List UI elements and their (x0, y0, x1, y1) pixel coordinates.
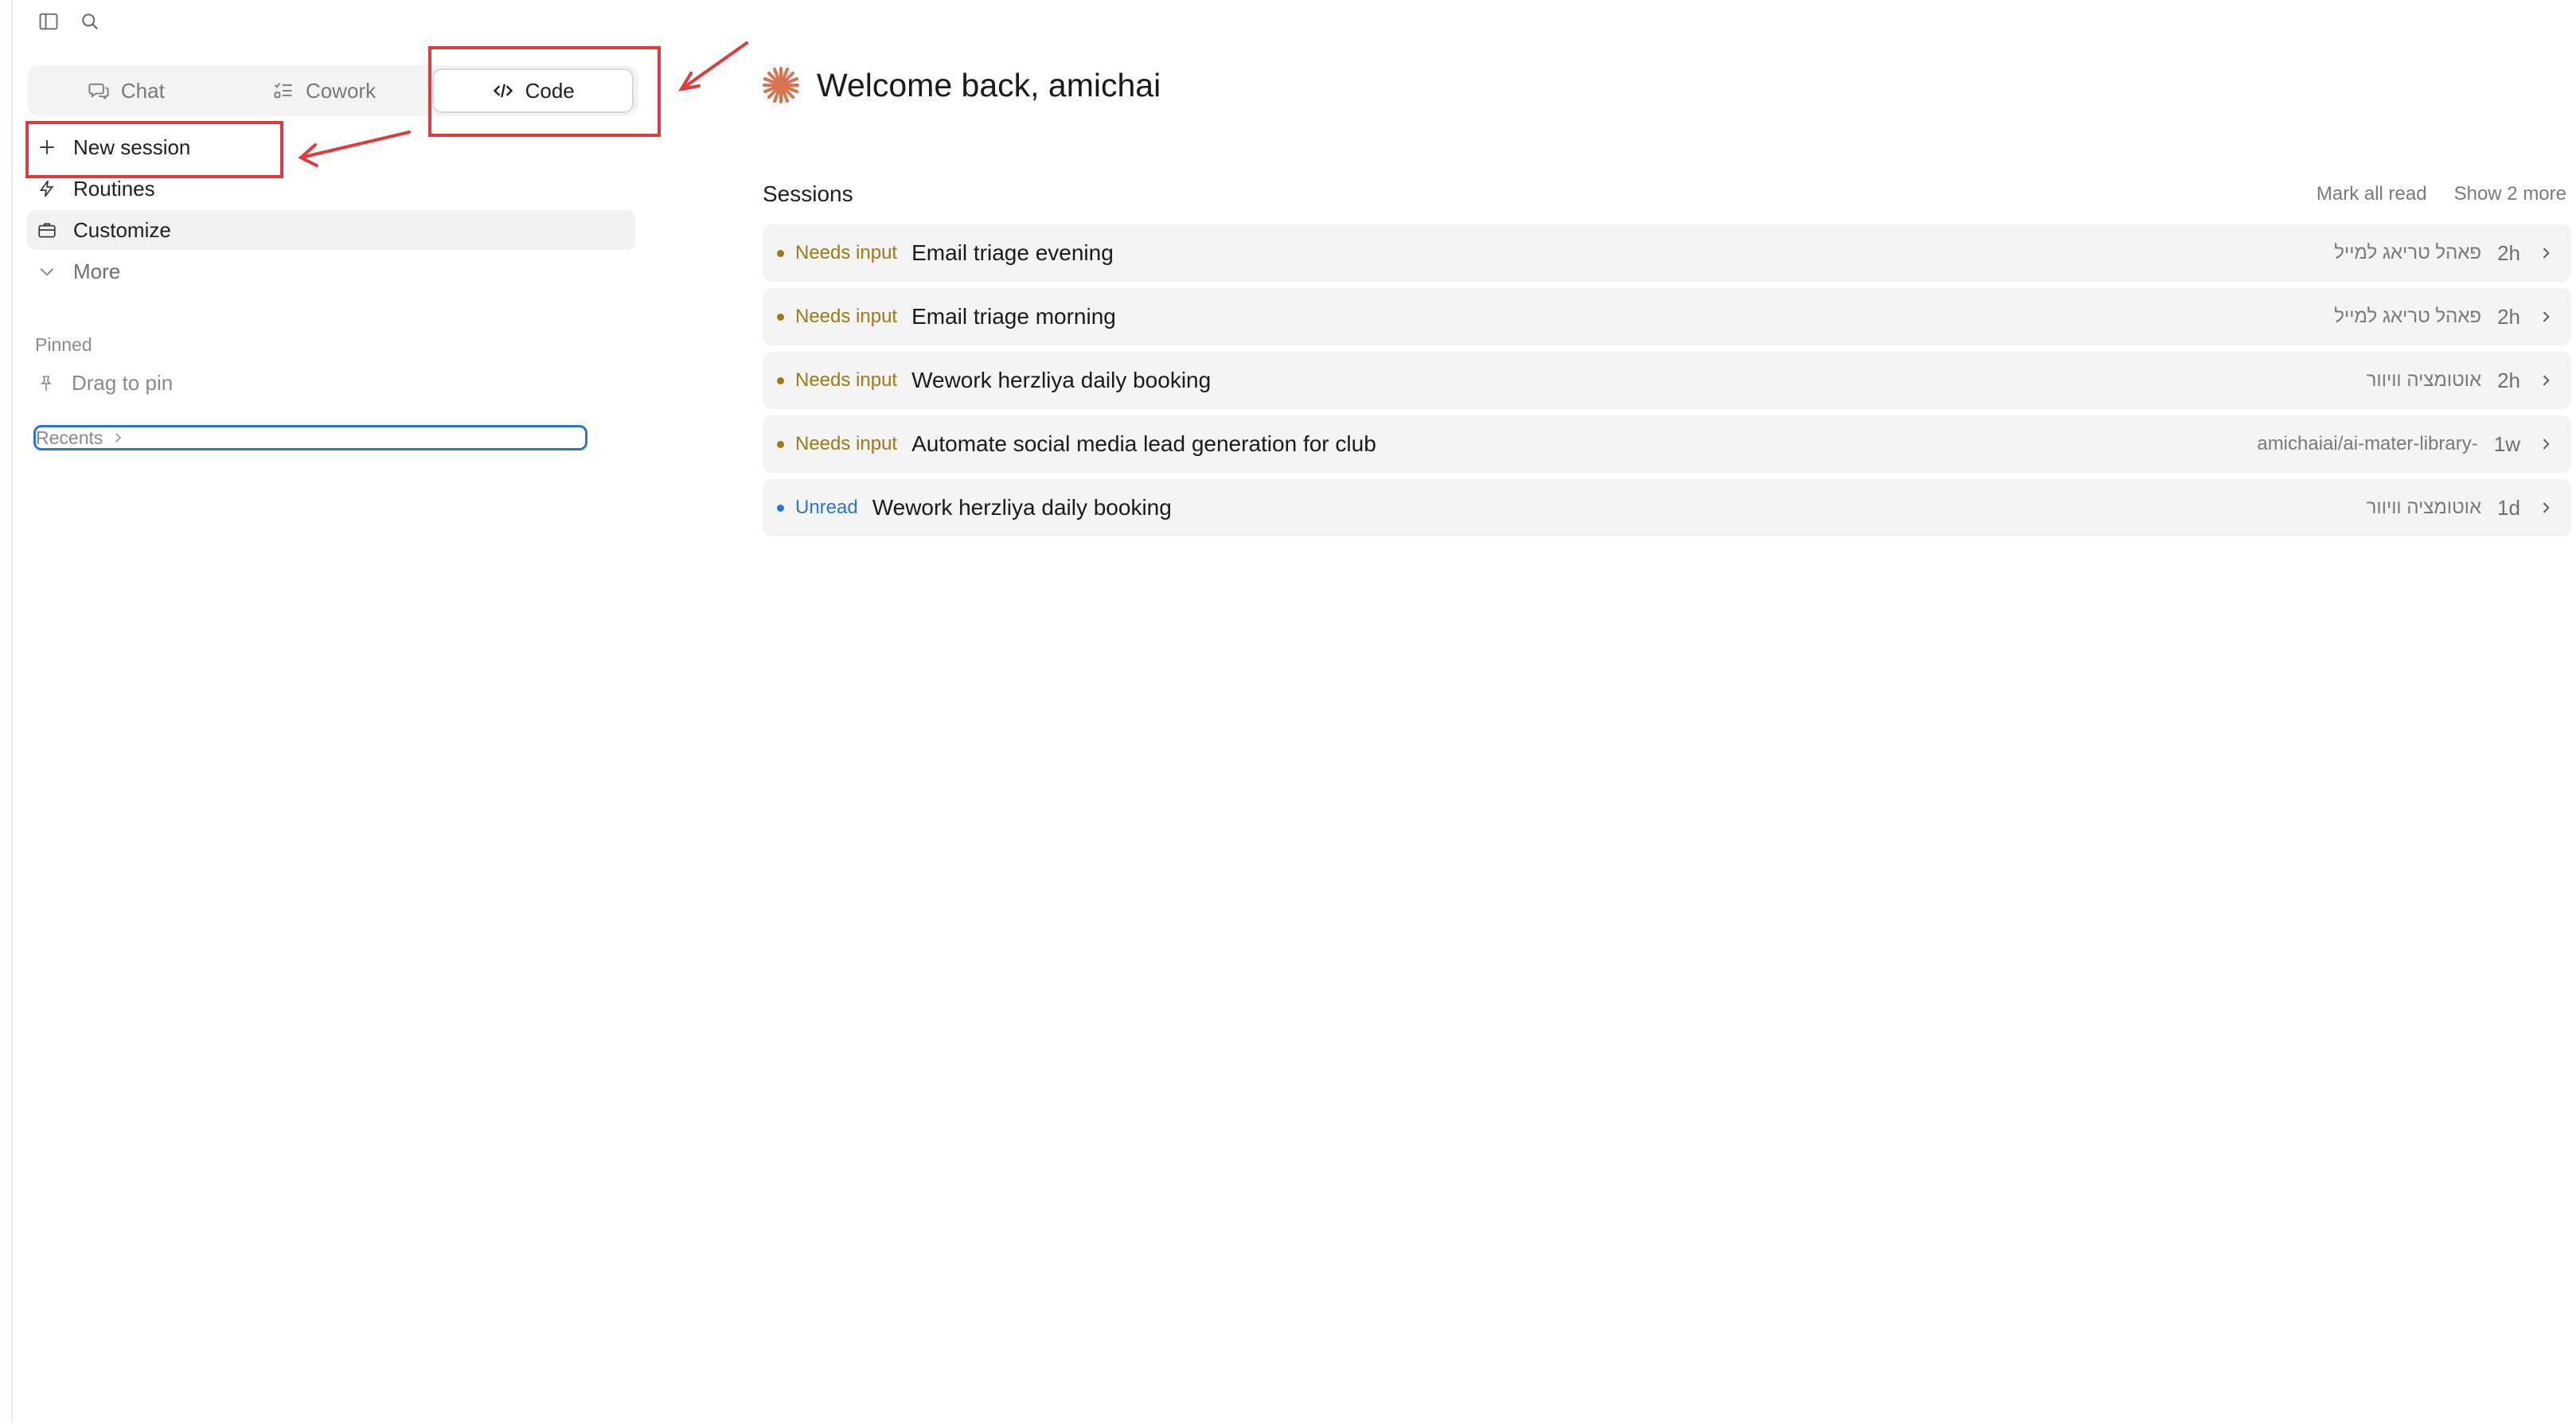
claude-logo-icon (763, 67, 799, 103)
status-dot (777, 440, 784, 448)
status-dot (777, 313, 784, 321)
session-row[interactable]: Needs input Automate social media lead g… (763, 415, 2571, 473)
status-badge: Needs input (795, 306, 898, 327)
window-left-border (11, 0, 13, 1423)
sessions-actions: Mark all read Show 2 more (2316, 183, 2566, 205)
session-project: אוטומציה וויוור (2366, 369, 2482, 391)
drag-to-pin-hint: Drag to pin (37, 371, 173, 396)
tab-chat[interactable]: Chat (27, 68, 225, 113)
session-project: פאהל טריאג למייל (2334, 306, 2482, 327)
drag-to-pin-label: Drag to pin (72, 371, 174, 395)
bolt-icon (39, 180, 54, 197)
status-badge: Needs input (795, 369, 898, 391)
recents-label: Recents (36, 427, 103, 448)
pin-icon (41, 375, 52, 391)
sidebar-item-label: Customize (73, 217, 171, 242)
session-title: Wework herzliya daily booking (911, 368, 1212, 392)
chevron-right-icon (2538, 245, 2554, 261)
sessions-header: Sessions Mark all read Show 2 more (763, 181, 2566, 207)
sessions-title: Sessions (763, 181, 853, 206)
chevron-right-icon (2538, 309, 2554, 325)
sidebar-item-customize[interactable]: Customize (27, 210, 635, 250)
session-title: Email triage morning (911, 304, 1116, 329)
session-age: 1d (2497, 495, 2520, 520)
tab-chat-label: Chat (120, 78, 165, 103)
session-age: 2h (2497, 304, 2520, 329)
status-dot (777, 504, 784, 512)
chevron-down-icon (40, 268, 54, 276)
session-project: amichaiai/ai-mater-library- (2257, 433, 2478, 454)
pinned-label: Pinned (35, 334, 92, 355)
chevron-right-icon (2538, 372, 2554, 388)
sidebar-item-label: More (73, 259, 121, 283)
session-title: Wework herzliya daily booking (872, 495, 1172, 520)
session-age: 1w (2493, 431, 2520, 456)
chevron-right-icon (2538, 436, 2554, 452)
session-row[interactable]: Unread Wework herzliya daily booking אוט… (763, 479, 2571, 536)
annotation-box-new-session (25, 121, 283, 178)
sessions-list: Needs input Email triage evening פאהל טר… (763, 224, 2571, 543)
annotation-box-code (428, 46, 661, 137)
session-row[interactable]: Needs input Wework herzliya daily bookin… (763, 352, 2571, 409)
tab-cowork[interactable]: Cowork (225, 68, 423, 113)
chevron-right-icon (115, 433, 122, 442)
annotation-arrow-code (678, 41, 748, 92)
status-badge: Needs input (795, 242, 898, 263)
briefcase-icon (38, 223, 56, 238)
chat-icon (88, 83, 109, 100)
session-age: 2h (2497, 240, 2520, 265)
mark-all-read-button[interactable]: Mark all read (2316, 183, 2427, 205)
sidebar-toggle-icon[interactable] (37, 10, 60, 33)
sidebar-item-label: Routines (73, 176, 155, 201)
status-badge: Needs input (795, 433, 898, 454)
status-dot (777, 376, 784, 384)
sidebar-item-more[interactable]: More (27, 251, 635, 291)
chevron-right-icon (2538, 500, 2554, 516)
tab-cowork-label: Cowork (305, 78, 377, 103)
session-row[interactable]: Needs input Email triage morning פאהל טר… (763, 288, 2571, 345)
recents-toggle[interactable]: Recents (33, 425, 587, 450)
session-row[interactable]: Needs input Email triage evening פאהל טר… (763, 224, 2571, 282)
show-more-button[interactable]: Show 2 more (2454, 183, 2566, 205)
session-project: אוטומציה וויוור (2366, 497, 2482, 518)
session-title: Automate social media lead generation fo… (911, 431, 1376, 456)
status-badge: Unread (795, 497, 858, 518)
session-project: פאהל טריאג למייל (2334, 242, 2482, 263)
status-dot (777, 249, 784, 257)
checklist-icon (274, 83, 292, 99)
session-age: 2h (2497, 368, 2520, 392)
page-title: Welcome back, amichai (817, 66, 1161, 103)
app-window: Chat Cowork Code New session Routines Cu… (0, 0, 2576, 1423)
welcome-header: Welcome back, amichai (761, 65, 1161, 105)
top-toolbar (37, 10, 102, 33)
search-icon[interactable] (78, 10, 102, 33)
session-title: Email triage evening (911, 240, 1114, 265)
